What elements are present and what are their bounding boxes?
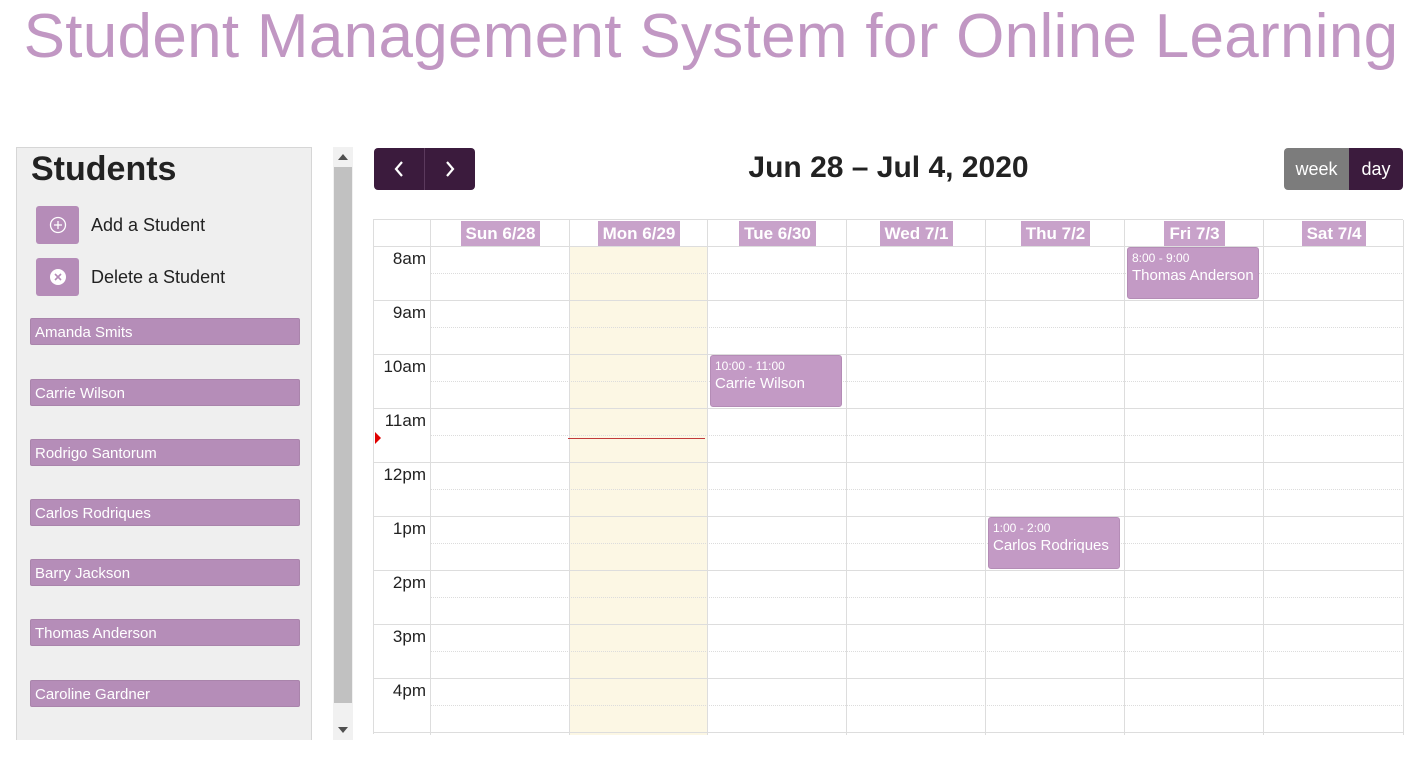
day-column[interactable] bbox=[847, 220, 986, 735]
hour-divider bbox=[374, 570, 1404, 571]
view-switcher: week day bbox=[1284, 148, 1403, 190]
week-grid[interactable]: Sun 6/28 Mon 6/29 Tue 6/30 Wed 7/1 Thu 7… bbox=[373, 219, 1404, 735]
prev-week-button[interactable] bbox=[374, 148, 424, 190]
hour-divider bbox=[374, 354, 1404, 355]
hour-divider bbox=[374, 516, 1404, 517]
now-indicator-arrow-icon bbox=[375, 432, 381, 444]
time-label: 8am bbox=[392, 249, 426, 268]
week-view-button[interactable]: week bbox=[1284, 148, 1349, 190]
calendar-event[interactable]: 1:00 - 2:00 Carlos Rodriques bbox=[988, 517, 1120, 569]
hour-divider bbox=[374, 408, 1404, 409]
time-label: 3pm bbox=[392, 627, 426, 646]
event-title: Carlos Rodriques bbox=[993, 537, 1109, 554]
calendar-event[interactable]: 10:00 - 11:00 Carrie Wilson bbox=[710, 355, 842, 407]
day-header-sun: Sun 6/28 bbox=[431, 220, 570, 246]
day-column[interactable] bbox=[708, 220, 847, 735]
half-hour-divider bbox=[431, 327, 1404, 328]
day-header-sat: Sat 7/4 bbox=[1264, 220, 1404, 246]
hour-divider bbox=[374, 462, 1404, 463]
scroll-down-arrow-icon[interactable] bbox=[333, 720, 353, 740]
now-indicator-line bbox=[568, 438, 705, 439]
student-item[interactable]: Carlos Rodriques bbox=[30, 499, 300, 526]
half-hour-divider bbox=[431, 435, 1404, 436]
event-time: 10:00 - 11:00 bbox=[715, 359, 785, 373]
time-label: 10am bbox=[383, 357, 426, 376]
calendar: Jun 28 – Jul 4, 2020 week day Sun 6/28 M… bbox=[373, 147, 1404, 737]
time-label: 11am bbox=[384, 411, 426, 430]
day-header-tue: Tue 6/30 bbox=[708, 220, 847, 246]
time-label: 4pm bbox=[392, 681, 426, 700]
time-label: 1pm bbox=[392, 519, 426, 538]
hour-divider bbox=[374, 300, 1404, 301]
day-header-label: Fri 7/3 bbox=[1164, 220, 1225, 246]
day-header-mon: Mon 6/29 bbox=[570, 220, 708, 246]
student-item[interactable]: Barry Jackson bbox=[30, 559, 300, 586]
day-header-label: Thu 7/2 bbox=[1020, 220, 1091, 246]
day-view-button[interactable]: day bbox=[1349, 148, 1403, 190]
x-circle-icon[interactable] bbox=[36, 258, 79, 296]
scroll-thumb[interactable] bbox=[334, 167, 352, 703]
day-header-label: Wed 7/1 bbox=[879, 220, 954, 246]
day-header-thu: Thu 7/2 bbox=[986, 220, 1125, 246]
student-item[interactable]: Carrie Wilson bbox=[30, 379, 300, 406]
delete-student-label: Delete a Student bbox=[91, 266, 226, 287]
half-hour-divider bbox=[431, 597, 1404, 598]
day-header-label: Sat 7/4 bbox=[1301, 220, 1367, 246]
half-hour-divider bbox=[431, 705, 1404, 706]
day-header-label: Mon 6/29 bbox=[597, 220, 681, 246]
day-column[interactable] bbox=[1264, 220, 1404, 735]
student-item[interactable]: Amanda Smits bbox=[30, 318, 300, 345]
event-time: 1:00 - 2:00 bbox=[993, 521, 1051, 535]
delete-student-button[interactable]: Delete a Student bbox=[36, 257, 225, 297]
day-header-fri: Fri 7/3 bbox=[1125, 220, 1264, 246]
students-sidebar: Students Add a Student Delete a Student … bbox=[16, 147, 312, 740]
half-hour-divider bbox=[431, 543, 1404, 544]
calendar-date-range: Jun 28 – Jul 4, 2020 bbox=[748, 151, 1029, 184]
sidebar-title: Students bbox=[31, 150, 177, 188]
day-header-label: Sun 6/28 bbox=[460, 220, 541, 246]
hour-divider bbox=[374, 624, 1404, 625]
day-column[interactable] bbox=[986, 220, 1125, 735]
page-title: Student Management System for Online Lea… bbox=[23, 2, 1399, 71]
day-header-wed: Wed 7/1 bbox=[847, 220, 986, 246]
day-column[interactable] bbox=[431, 220, 570, 735]
next-week-button[interactable] bbox=[424, 148, 475, 190]
student-item[interactable]: Rodrigo Santorum bbox=[30, 439, 300, 466]
add-student-label: Add a Student bbox=[91, 214, 206, 235]
plus-circle-icon[interactable] bbox=[36, 206, 79, 244]
day-column-today[interactable] bbox=[570, 246, 708, 735]
time-label: 2pm bbox=[392, 573, 426, 592]
hour-divider bbox=[374, 732, 1404, 733]
calendar-nav bbox=[374, 148, 475, 190]
event-title: Thomas Anderson bbox=[1132, 267, 1254, 284]
student-item[interactable]: Caroline Gardner bbox=[30, 680, 300, 707]
half-hour-divider bbox=[431, 381, 1404, 382]
half-hour-divider bbox=[431, 651, 1404, 652]
time-label: 12pm bbox=[383, 465, 426, 484]
chevron-left-icon bbox=[394, 161, 403, 177]
sidebar-scrollbar[interactable] bbox=[333, 147, 353, 740]
half-hour-divider bbox=[431, 489, 1404, 490]
scroll-up-arrow-icon[interactable] bbox=[333, 147, 353, 167]
student-item[interactable]: Thomas Anderson bbox=[30, 619, 300, 646]
chevron-right-icon bbox=[446, 161, 455, 177]
event-time: 8:00 - 9:00 bbox=[1132, 251, 1190, 265]
add-student-button[interactable]: Add a Student bbox=[36, 205, 205, 245]
event-title: Carrie Wilson bbox=[715, 375, 806, 392]
calendar-event[interactable]: 8:00 - 9:00 Thomas Anderson bbox=[1127, 247, 1259, 299]
day-header-label: Tue 6/30 bbox=[739, 220, 816, 246]
hour-divider bbox=[374, 678, 1404, 679]
time-label: 9am bbox=[392, 303, 426, 322]
